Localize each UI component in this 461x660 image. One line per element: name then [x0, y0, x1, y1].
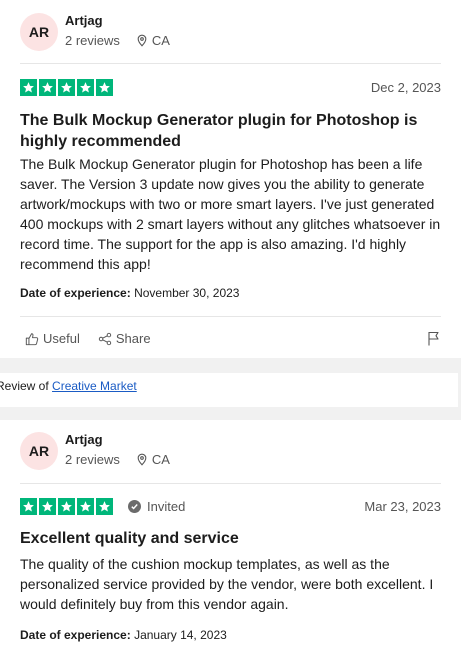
- reviewer-location: CA: [151, 452, 170, 467]
- star-icon: [39, 79, 56, 96]
- invited-badge[interactable]: Invited: [128, 499, 185, 514]
- review-date: Dec 2, 2023: [370, 80, 441, 95]
- reviewer-meta: 2 reviews CA: [65, 452, 170, 467]
- review-body: The Bulk Mockup Generator plugin for Pho…: [20, 156, 441, 272]
- location-pin-icon: [137, 34, 147, 47]
- star-icon: [20, 498, 37, 515]
- share-button[interactable]: Share: [98, 331, 151, 346]
- review-actions: Useful Share: [25, 331, 169, 346]
- date-of-experience: Date of experience: January 14, 2023: [20, 628, 227, 642]
- star-icon: [77, 79, 94, 96]
- star-icon: [20, 79, 37, 96]
- avatar[interactable]: AR: [20, 13, 58, 51]
- reviewer-meta: 2 reviews CA: [65, 33, 170, 48]
- experience-date: November 30, 2023: [134, 286, 240, 300]
- review-card-2: AR Artjag 2 reviews CA Invited Mar 23, 2…: [0, 420, 461, 660]
- share-label: Share: [115, 331, 151, 346]
- review-date: Mar 23, 2023: [364, 499, 441, 514]
- experience-date: January 14, 2023: [134, 628, 227, 642]
- star-rating: [20, 498, 115, 515]
- date-of-experience: Date of experience: November 30, 2023: [20, 286, 239, 300]
- invited-label: Invited: [147, 499, 186, 514]
- star-icon: [58, 498, 75, 515]
- star-icon: [58, 79, 75, 96]
- thumbs-up-icon: [25, 332, 39, 345]
- review-of-line: Review of Creative Market: [0, 373, 458, 407]
- review-count: 2 reviews: [65, 33, 120, 48]
- star-icon: [39, 498, 56, 515]
- flag-icon[interactable]: [427, 331, 441, 346]
- star-icon: [96, 79, 113, 96]
- experience-label: Date of experience:: [20, 286, 131, 300]
- star-rating: [20, 79, 115, 96]
- reviewer-name[interactable]: Artjag: [65, 432, 103, 447]
- review-of-prefix: Review of: [0, 379, 49, 393]
- review-body: The quality of the cushion mockup templa…: [20, 556, 434, 612]
- avatar[interactable]: AR: [20, 432, 58, 470]
- divider: [20, 316, 441, 317]
- star-icon: [96, 498, 113, 515]
- experience-label: Date of experience:: [20, 628, 131, 642]
- review-title[interactable]: Excellent quality and service: [20, 528, 440, 549]
- company-link[interactable]: Creative Market: [52, 379, 137, 393]
- divider: [20, 63, 441, 64]
- share-icon: [98, 332, 112, 345]
- reviewer-name[interactable]: Artjag: [65, 13, 103, 28]
- review-card-1: AR Artjag 2 reviews CA Dec 2, 2023 The B…: [0, 0, 461, 358]
- star-icon: [77, 498, 94, 515]
- useful-button[interactable]: Useful: [25, 331, 80, 346]
- useful-label: Useful: [43, 331, 80, 346]
- review-title[interactable]: The Bulk Mockup Generator plugin for Pho…: [20, 110, 440, 152]
- review-count: 2 reviews: [65, 452, 120, 467]
- divider: [20, 483, 441, 484]
- reviewer-location: CA: [151, 33, 170, 48]
- location-pin-icon: [137, 453, 147, 466]
- check-icon: [128, 500, 141, 513]
